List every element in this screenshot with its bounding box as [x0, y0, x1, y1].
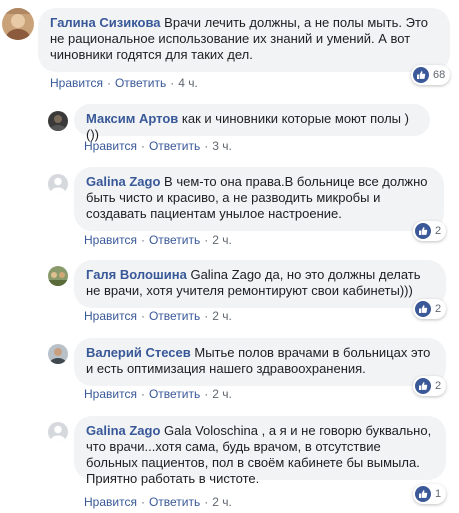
separator: ·: [204, 387, 209, 401]
like-link[interactable]: Нравится: [84, 139, 137, 153]
separator: ·: [140, 387, 145, 401]
comment-author[interactable]: Галя Волошина: [86, 267, 187, 282]
reaction-count: 2: [435, 303, 442, 315]
separator: ·: [140, 233, 145, 247]
like-link[interactable]: Нравится: [84, 233, 137, 247]
avatar[interactable]: [2, 8, 34, 40]
like-link[interactable]: Нравится: [50, 76, 103, 90]
avatar[interactable]: [48, 344, 68, 364]
comment-bubble: Галя Волошина Galina Zago да, но это дол…: [74, 260, 446, 308]
comment-actions: Нравится · Ответить · 2 ч.: [84, 308, 232, 324]
reply-link[interactable]: Ответить: [115, 76, 166, 90]
separator: ·: [204, 495, 209, 509]
like-icon: [415, 223, 431, 239]
comment-bubble: Galina Zago Gala Voloschina , а я и не г…: [74, 416, 446, 486]
comment-timestamp[interactable]: 3 ч.: [212, 139, 232, 153]
avatar[interactable]: [48, 174, 68, 194]
reaction-count-badge[interactable]: 2: [413, 221, 447, 241]
separator: ·: [204, 139, 209, 153]
reaction-count-badge[interactable]: 1: [413, 484, 447, 504]
comment-actions: Нравится · Ответить · 3 ч.: [84, 138, 232, 154]
comment-timestamp[interactable]: 2 ч.: [212, 495, 232, 509]
reaction-count-badge[interactable]: 68: [411, 65, 451, 85]
comment-actions: Нравится · Ответить · 2 ч.: [84, 232, 232, 248]
avatar[interactable]: [48, 422, 68, 442]
reaction-count-badge[interactable]: 2: [413, 376, 447, 396]
comment-bubble: Galina Zago В чем-то она права.В больниц…: [74, 167, 444, 231]
reaction-count-badge[interactable]: 2: [413, 299, 447, 319]
separator: ·: [204, 233, 209, 247]
comment-author[interactable]: Максим Артов: [86, 111, 178, 126]
reply-link[interactable]: Ответить: [149, 309, 200, 323]
comment-bubble: Галина Сизикова Врачи лечить должны, а н…: [38, 8, 450, 72]
comment-timestamp[interactable]: 2 ч.: [212, 387, 232, 401]
comment-timestamp[interactable]: 2 ч.: [212, 233, 232, 247]
reply-link[interactable]: Ответить: [149, 139, 200, 153]
separator: ·: [106, 76, 111, 90]
comment-author[interactable]: Galina Zago: [86, 174, 160, 189]
like-link[interactable]: Нравится: [84, 495, 137, 509]
reaction-count: 2: [435, 225, 442, 237]
like-icon: [413, 67, 429, 83]
reply-link[interactable]: Ответить: [149, 233, 200, 247]
comment-author[interactable]: Галина Сизикова: [50, 15, 161, 30]
avatar[interactable]: [48, 266, 68, 286]
like-icon: [415, 486, 431, 502]
comment-bubble: Максим Артов как и чиновники которые мою…: [74, 104, 430, 142]
reply-link[interactable]: Ответить: [149, 495, 200, 509]
separator: ·: [140, 139, 145, 153]
comment-author[interactable]: Galina Zago: [86, 423, 160, 438]
comment-actions: Нравится · Ответить · 2 ч.: [84, 494, 232, 510]
separator: ·: [140, 309, 145, 323]
comment-timestamp[interactable]: 4 ч.: [178, 76, 198, 90]
avatar[interactable]: [48, 111, 68, 131]
comment-bubble: Валерий Стесев Мытье полов врачами в бол…: [74, 338, 446, 386]
comment-author[interactable]: Валерий Стесев: [86, 345, 191, 360]
like-link[interactable]: Нравится: [84, 309, 137, 323]
reaction-count: 1: [435, 488, 442, 500]
reaction-count: 2: [435, 380, 442, 392]
comment-actions: Нравится · Ответить · 4 ч.: [50, 75, 198, 91]
separator: ·: [170, 76, 175, 90]
like-icon: [415, 378, 431, 394]
like-link[interactable]: Нравится: [84, 387, 137, 401]
comment-actions: Нравится · Ответить · 2 ч.: [84, 386, 232, 402]
comment-timestamp[interactable]: 2 ч.: [212, 309, 232, 323]
separator: ·: [204, 309, 209, 323]
like-icon: [415, 301, 431, 317]
separator: ·: [140, 495, 145, 509]
reply-link[interactable]: Ответить: [149, 387, 200, 401]
reaction-count: 68: [433, 69, 446, 81]
